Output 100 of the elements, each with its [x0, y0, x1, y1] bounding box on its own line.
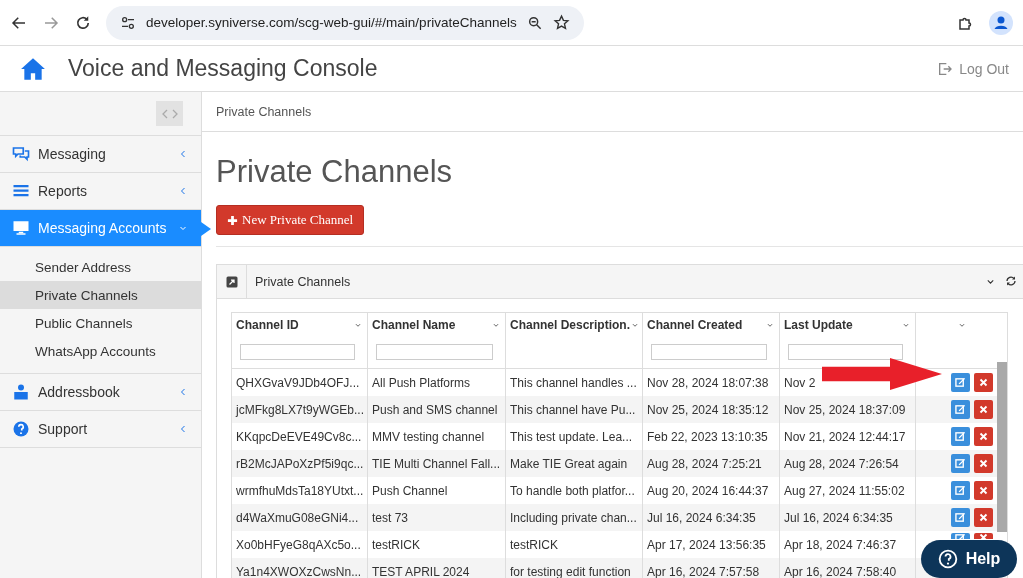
close-icon — [979, 486, 988, 495]
app-title: Voice and Messaging Console — [68, 55, 379, 82]
question-icon — [937, 549, 958, 569]
column-header[interactable]: Channel Created — [647, 318, 743, 332]
table-cell: Xo0bHFyeG8qAXc5o... — [236, 537, 361, 552]
table-cell: d4WaXmuG08eGNi4... — [236, 510, 359, 525]
edit-icon — [955, 431, 966, 442]
help-button[interactable]: Help — [921, 540, 1017, 578]
delete-button[interactable] — [974, 508, 993, 527]
panel-title: Private Channels — [254, 274, 352, 289]
filter-field[interactable] — [788, 344, 903, 360]
table-cell: TIE Multi Channel Fall... — [372, 456, 501, 471]
table-cell: Jul 16, 2024 6:34:35 — [647, 510, 756, 525]
scrollbar[interactable] — [997, 362, 1007, 532]
sidebar-item[interactable]: Support — [0, 411, 201, 448]
delete-button[interactable] — [974, 373, 993, 392]
edit-icon — [955, 512, 966, 523]
monitor-icon — [12, 219, 30, 237]
sidebar-item[interactable]: Addressbook — [0, 374, 201, 411]
edit-button[interactable] — [951, 400, 970, 419]
table-cell: test 73 — [372, 510, 409, 525]
table-cell: Apr 16, 2024 7:57:58 — [647, 564, 760, 578]
expand-icon — [225, 275, 238, 288]
profile-icon — [989, 10, 1013, 35]
star-icon — [552, 14, 570, 31]
filter-field[interactable] — [651, 344, 767, 360]
table-cell: Apr 16, 2024 7:58:40 — [784, 564, 897, 578]
close-icon — [979, 432, 988, 441]
table-cell: testRICK — [510, 537, 558, 552]
table-cell: Nov 2 — [784, 375, 816, 390]
table-cell: Nov 21, 2024 12:44:17 — [784, 429, 906, 444]
edit-button[interactable] — [951, 454, 970, 473]
table-cell: rB2McJAPoXzPf5i9qc... — [236, 456, 364, 471]
filter-field[interactable] — [376, 344, 493, 360]
column-header[interactable]: Channel Name — [372, 318, 456, 332]
column-header[interactable]: Last Update — [784, 318, 853, 332]
table-cell: Nov 28, 2024 18:07:38 — [647, 375, 769, 390]
edit-button[interactable] — [951, 427, 970, 446]
table-cell: Apr 18, 2024 7:46:37 — [784, 537, 897, 552]
address-bar[interactable]: developer.syniverse.com/scg-web-gui/#/main/privateChannels — [106, 5, 584, 40]
table-cell: Nov 25, 2024 18:37:09 — [784, 402, 906, 417]
refresh-icon — [1005, 275, 1017, 287]
table-cell: testRICK — [372, 537, 420, 552]
table-cell: TEST APRIL 2024 — [372, 564, 470, 578]
logout-link[interactable]: Log Out — [937, 60, 1009, 77]
table-cell: This channel handles ... — [510, 375, 637, 390]
help-icon — [12, 420, 30, 438]
delete-button[interactable] — [974, 427, 993, 446]
delete-button[interactable] — [974, 481, 993, 500]
table-cell: All Push Platforms — [372, 375, 471, 390]
table-cell: This channel have Pu... — [510, 402, 636, 417]
new-channel-button[interactable]: New Private Channel — [216, 205, 365, 235]
breadcrumb[interactable]: Private Channels — [216, 104, 312, 119]
edit-icon — [955, 404, 966, 415]
submenu-item[interactable]: Sender Address — [0, 253, 201, 281]
close-icon — [979, 459, 988, 468]
contact-icon — [12, 383, 30, 401]
table-cell: Ya1n4XWOXzCwsNn... — [236, 564, 362, 578]
close-icon — [979, 513, 988, 522]
delete-button[interactable] — [974, 400, 993, 419]
table-cell: Push Channel — [372, 483, 448, 498]
close-icon — [979, 405, 988, 414]
table-cell: Including private chan... — [510, 510, 637, 525]
submenu-item[interactable]: Public Channels — [0, 309, 201, 337]
table-cell: QHXGvaV9JDb4OFJ... — [236, 375, 360, 390]
delete-button[interactable] — [974, 454, 993, 473]
column-header[interactable]: Channel ID — [236, 318, 299, 332]
table-cell: jcMFkg8LX7t9yWGEb... — [236, 402, 365, 417]
site-settings-icon — [120, 14, 136, 31]
table-cell: KKqpcDeEVE49Cv8c... — [236, 429, 362, 444]
sidebar-item[interactable]: Messaging — [0, 136, 201, 173]
close-icon — [979, 378, 988, 387]
edit-button[interactable] — [951, 508, 970, 527]
sidebar-toggle[interactable] — [156, 101, 183, 126]
edit-button[interactable] — [951, 481, 970, 500]
table-cell: Aug 20, 2024 16:44:37 — [647, 483, 769, 498]
table-cell: Aug 28, 2024 7:26:54 — [784, 456, 899, 471]
table-cell: MMV testing channel — [372, 429, 485, 444]
zoom-icon — [526, 14, 543, 31]
table-cell: for testing edit function — [510, 564, 631, 578]
edit-button[interactable] — [951, 373, 970, 392]
table-cell: Aug 27, 2024 11:55:02 — [784, 483, 905, 498]
submenu-item[interactable]: Private Channels — [0, 281, 201, 309]
table-cell: Jul 16, 2024 6:34:35 — [784, 510, 893, 525]
table-cell: This test update. Lea... — [510, 429, 633, 444]
chat-icon — [12, 145, 30, 163]
filter-field[interactable] — [240, 344, 355, 360]
table-cell: Nov 25, 2024 18:35:12 — [647, 402, 769, 417]
table-cell: Aug 28, 2024 7:25:21 — [647, 456, 762, 471]
edit-icon — [955, 485, 966, 496]
table-cell: Feb 22, 2023 13:10:35 — [647, 429, 768, 444]
edit-icon — [955, 377, 966, 388]
edit-icon — [955, 458, 966, 469]
url-text: developer.syniverse.com/scg-web-gui/#/main/privateChannels — [146, 15, 517, 30]
page-title: Private Channels — [216, 154, 454, 190]
table-cell: To handle both platfor... — [510, 483, 635, 498]
plus-icon — [227, 214, 238, 226]
table-cell: Apr 17, 2024 13:56:35 — [647, 537, 766, 552]
logout-icon — [937, 60, 954, 77]
submenu-item[interactable]: WhatsApp Accounts — [0, 337, 201, 365]
